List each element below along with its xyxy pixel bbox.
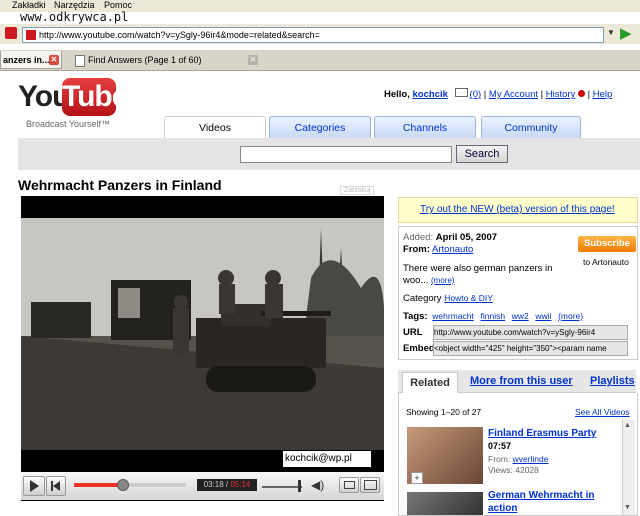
url-dropdown-icon[interactable]: ▼ [607, 28, 615, 37]
tab-videos[interactable]: Videos [164, 116, 266, 139]
showing-count: Showing 1–20 of 27 [406, 407, 482, 417]
favicon-icon [26, 30, 36, 40]
related-duration: 07:57 [488, 441, 512, 451]
tag-link[interactable]: wehrmacht [432, 311, 474, 321]
email-overlay: kochcik@wp.pl [283, 451, 371, 467]
help-link[interactable]: Help [593, 89, 613, 100]
menu-zakladki[interactable]: Zakładki [12, 0, 46, 10]
related-title[interactable]: German Wehrmacht in [488, 490, 595, 501]
user-nav: Hello, kochcik (0) | My Account | Histor… [384, 88, 613, 100]
description-line-2: woo... (more) [403, 275, 455, 286]
related-views: Views: 42028 [488, 465, 539, 475]
menu-pomoc[interactable]: Pomoc [104, 0, 132, 10]
url-label: URL [403, 327, 423, 338]
close-tab-icon[interactable]: ✕ [248, 55, 258, 65]
close-tab-icon[interactable]: ✕ [49, 55, 59, 65]
tab-channels[interactable]: Channels [374, 116, 476, 139]
tab-related[interactable]: Related [402, 372, 458, 393]
tagline: Broadcast Yourself™ [26, 119, 111, 129]
tab-playlists[interactable]: Playlists [590, 375, 635, 387]
beta-link[interactable]: Try out the NEW (beta) version of this p… [420, 204, 615, 215]
mail-icon[interactable] [454, 88, 468, 97]
resize-button[interactable] [339, 477, 359, 493]
history-link[interactable]: History [546, 89, 576, 100]
page-icon [5, 27, 17, 39]
subscribe-button[interactable]: Subscribe [578, 236, 636, 252]
url-input[interactable]: http://www.youtube.com/watch?v=ySgly-96i… [22, 27, 604, 43]
related-title[interactable]: Finland Erasmus Party [488, 428, 596, 439]
scroll-up-icon[interactable]: ▲ [624, 422, 631, 429]
block-button[interactable]: Zablokuj [340, 186, 375, 195]
progress-fill [74, 483, 122, 487]
uploader-link[interactable]: Artonauto [432, 244, 473, 255]
tab-more-from-user[interactable]: More from this user [470, 375, 573, 387]
embed-label: Embed [403, 343, 435, 354]
volume-slider[interactable] [262, 486, 302, 488]
category-row: Category Howto & DIY [403, 293, 493, 304]
related-title-line-2[interactable]: action [488, 503, 517, 514]
description-more-link[interactable]: (more) [431, 276, 455, 285]
volume-handle[interactable] [298, 480, 301, 492]
url-field[interactable]: http://www.youtube.com/watch?v=ySgly-96i… [433, 325, 628, 340]
video-title: Wehrmacht Panzers in Finland [18, 177, 222, 193]
tag-link[interactable]: wwii [535, 311, 551, 321]
time-display: 03:18 / 05:14 [197, 479, 257, 491]
progress-handle[interactable] [117, 479, 129, 491]
youtube-logo-tube[interactable]: Tube [62, 78, 128, 116]
history-record-icon [577, 90, 585, 97]
browser-tab-find-answers[interactable]: Find Answers (Page 1 of 60) ✕ [72, 51, 270, 69]
tag-link[interactable]: ww2 [512, 311, 529, 321]
tab-categories[interactable]: Categories [269, 116, 371, 139]
quicklist-add-icon[interactable]: + [411, 472, 423, 484]
video-scene [21, 218, 384, 450]
menu-narzedzia[interactable]: Narzędzia [54, 0, 95, 10]
embed-field[interactable]: <object width="425" height="350"><param … [433, 341, 628, 356]
username-link[interactable]: kochcik [413, 89, 448, 100]
go-arrow-icon[interactable]: ▶ [620, 24, 632, 42]
scroll-down-icon[interactable]: ▼ [624, 504, 631, 511]
related-thumbnail[interactable] [407, 492, 483, 515]
related-scrollbar[interactable]: ▲ ▼ [622, 420, 635, 515]
browser-tab-active[interactable]: anzers in... ✕ [0, 51, 62, 69]
fullscreen-icon [364, 480, 377, 490]
volume-icon[interactable]: ◀) [311, 478, 324, 492]
see-all-link[interactable]: See All Videos [575, 407, 630, 417]
tags-row: Tags: wehrmacht finnish ww2 wwii (more) [403, 311, 584, 322]
related-from: From: wverlinde [488, 454, 549, 464]
related-uploader-link[interactable]: wverlinde [513, 454, 549, 464]
document-icon [75, 55, 85, 67]
subscribe-to-label: to Artonauto [583, 257, 629, 267]
window-icon [344, 481, 355, 489]
search-button[interactable]: Search [456, 145, 508, 163]
fullscreen-button[interactable] [360, 477, 380, 493]
play-button[interactable] [23, 476, 45, 496]
search-input[interactable] [240, 146, 452, 163]
inbox-link[interactable]: (0) [470, 89, 482, 100]
video-frame[interactable] [21, 218, 384, 450]
rewind-button[interactable] [46, 476, 66, 496]
from-row: From: Artonauto [403, 244, 474, 255]
description: There were also german panzers in [403, 263, 553, 274]
added-row: Added: April 05, 2007 [403, 232, 498, 243]
tags-more-link[interactable]: (more) [558, 311, 583, 321]
category-link[interactable]: Howto & DIY [444, 293, 493, 303]
tag-link[interactable]: finnish [481, 311, 506, 321]
play-icon [30, 480, 39, 492]
my-account-link[interactable]: My Account [489, 89, 538, 100]
tab-community[interactable]: Community [481, 116, 581, 139]
watermark: www.odkrywca.pl [20, 10, 129, 24]
